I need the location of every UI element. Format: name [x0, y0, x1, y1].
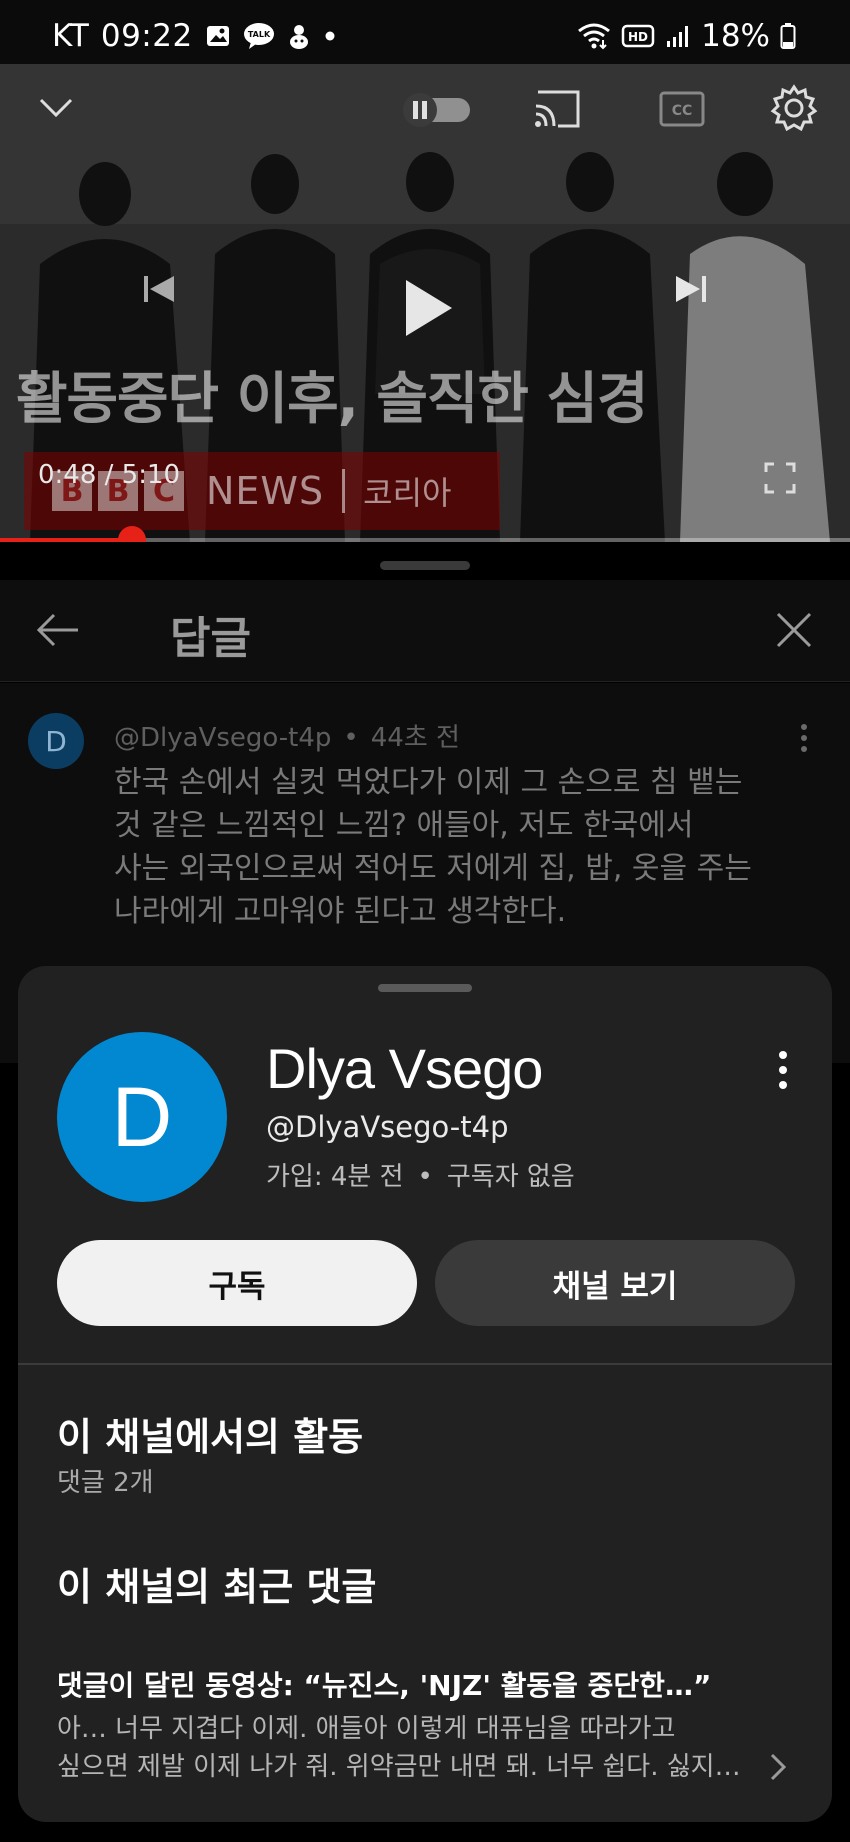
comment-avatar[interactable]: D [28, 713, 84, 769]
play-icon[interactable] [400, 276, 456, 340]
replies-header: 답글 [0, 580, 850, 682]
recent-comment-text[interactable]: 아… 너무 지겹다 이제. 애들아 이렇게 대퓨님을 따라가고 싶으면 제발 이… [57, 1710, 757, 1786]
battery-icon [780, 23, 796, 49]
captions-icon[interactable]: CC [658, 90, 706, 128]
battery-percent: 18% [701, 18, 770, 54]
chevron-right-icon[interactable] [768, 1752, 788, 1782]
wifi-icon [578, 23, 611, 50]
activity-section-title: 이 채널에서의 활동 [57, 1415, 364, 1459]
svg-text:HD: HD [628, 30, 648, 44]
channel-info-sheet: D Dlya Vsego @DlyaVsego-t4p 가입: 4분 전 • 구독자… [18, 966, 832, 1822]
banner-separator [342, 469, 346, 513]
sheet-drag-handle[interactable] [378, 984, 472, 992]
cast-icon[interactable] [532, 88, 582, 130]
recent-comment-video[interactable]: 댓글이 달린 동영상: “뉴진스, 'NJZ' 활동을 중단한…” [57, 1664, 777, 1704]
gallery-icon [206, 26, 229, 46]
recent-comment-line: 싶으면 제발 이제 나가 줘. 위약금만 내면 돼. 너무 쉽다. 싫지… [57, 1752, 741, 1782]
channel-name: Dlya Vsego [266, 1037, 543, 1100]
settings-gear-icon[interactable] [770, 84, 818, 132]
comment-line: 한국 손에서 실컷 먹었다가 이제 그 손으로 침 뱉는 [114, 765, 743, 800]
bbc-news-label: NEWS [206, 469, 325, 513]
fullscreen-icon[interactable] [764, 462, 796, 494]
recent-comment-line: 아… 너무 지겹다 이제. 애들아 이렇게 대퓨님을 따라가고 [57, 1714, 676, 1744]
activity-comment-count: 댓글 2개 [57, 1468, 154, 1498]
kakaotalk-icon: TALK [243, 23, 274, 49]
close-icon[interactable] [770, 606, 818, 654]
comment-text: 한국 손에서 실컷 먹었다가 이제 그 손으로 침 뱉는 것 같은 느낌적인 느… [114, 761, 794, 933]
video-caption: 활동중단 이후, 솔직한 심경 [16, 367, 648, 432]
video-time: 0:48 / 5:10 [38, 460, 181, 490]
clock: 09:22 [100, 18, 193, 54]
channel-subscribers: 구독자 없음 [446, 1162, 575, 1192]
svg-text:TALK: TALK [248, 30, 271, 39]
channel-avatar[interactable]: D [57, 1032, 227, 1202]
back-arrow-icon[interactable] [34, 606, 82, 654]
minimize-chevron-icon[interactable] [38, 96, 74, 120]
svg-text:CC: CC [672, 103, 693, 119]
previous-icon[interactable] [140, 270, 178, 308]
comment-more-icon[interactable] [800, 723, 808, 753]
video-player[interactable]: 활동중단 이후, 솔직한 심경 B B C NEWS 코리아 0:48 / 5:… [0, 64, 850, 542]
notification-dot-icon [325, 31, 335, 41]
status-bar: KT 09:22 TALK HD 18% [0, 0, 850, 64]
channel-joined: 가입: 4분 전 [266, 1162, 404, 1192]
bbc-korea-label: 코리아 [363, 474, 452, 512]
carrier-label: KT [52, 18, 89, 54]
signal-icon [667, 26, 689, 47]
replies-title: 답글 [170, 613, 251, 664]
subscribe-button[interactable]: 구독 [57, 1240, 417, 1326]
comment-line: 사는 외국인으로써 적어도 저에게 집, 밥, 옷을 주는 [114, 851, 752, 886]
channel-stats: 가입: 4분 전 • 구독자 없음 [266, 1162, 575, 1192]
app-notification-icon [289, 25, 308, 49]
panel-drag-handle[interactable] [380, 561, 470, 570]
view-channel-button[interactable]: 채널 보기 [435, 1240, 795, 1326]
sheet-divider [18, 1363, 832, 1365]
recent-comments-title: 이 채널의 최근 댓글 [57, 1565, 377, 1609]
comment-line: 것 같은 느낌적인 느낌? 애들아, 저도 한국에서 [114, 808, 694, 843]
progress-played [0, 538, 132, 542]
hd-voice-icon: HD [621, 24, 655, 48]
comment-line: 나라에게 고마워야 된다고 생각한다. [114, 894, 567, 929]
channel-handle: @DlyaVsego-t4p [266, 1110, 509, 1144]
comment-age: 44초 전 [370, 723, 460, 753]
autoplay-toggle-icon[interactable] [398, 90, 474, 130]
next-icon[interactable] [672, 270, 710, 308]
comment-author[interactable]: @DlyaVsego-t4p [114, 723, 331, 753]
comment-meta: @DlyaVsego-t4p • 44초 전 [114, 723, 460, 753]
progress-bar[interactable] [0, 526, 850, 542]
channel-more-icon[interactable] [778, 1050, 788, 1090]
